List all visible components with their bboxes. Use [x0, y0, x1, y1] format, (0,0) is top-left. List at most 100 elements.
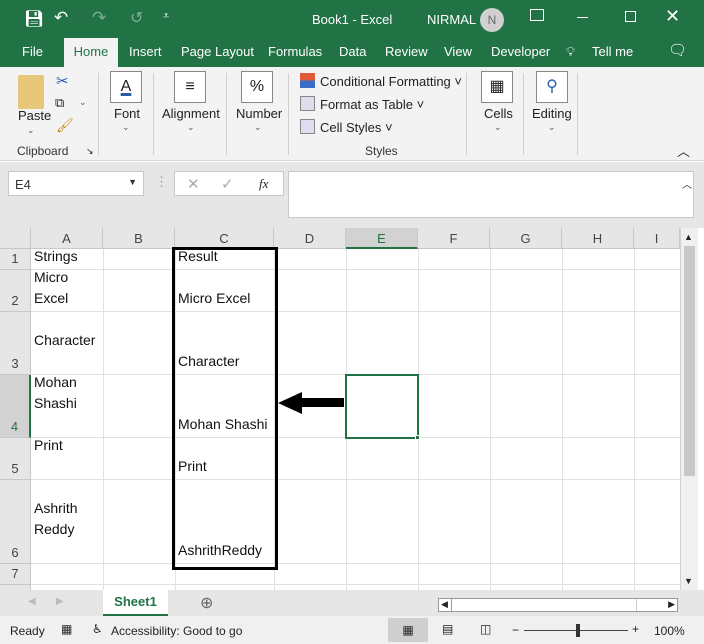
- chevron-down-icon[interactable]: ⌄: [27, 125, 35, 136]
- status-bar: Ready ▦ ♿︎ Accessibility: Good to go ▦ ▤…: [0, 616, 704, 644]
- enter-icon[interactable]: ✓: [221, 175, 234, 193]
- font-icon[interactable]: A: [110, 71, 142, 103]
- accessibility-status[interactable]: Accessibility: Good to go: [111, 624, 242, 638]
- sheet-tab-sheet1[interactable]: Sheet1: [103, 590, 168, 616]
- number-button[interactable]: Number: [236, 106, 282, 121]
- row-header[interactable]: 2: [0, 270, 31, 312]
- alignment-button[interactable]: Alignment: [162, 106, 220, 121]
- zoom-level[interactable]: 100%: [654, 624, 685, 638]
- close-icon[interactable]: ✕: [665, 6, 680, 27]
- tab-file[interactable]: File: [22, 44, 43, 59]
- percent-icon[interactable]: %: [241, 71, 273, 103]
- column-header[interactable]: H: [562, 228, 634, 249]
- select-all-corner[interactable]: [0, 228, 31, 249]
- scroll-up-icon[interactable]: ▲: [684, 232, 693, 242]
- alignment-icon[interactable]: ≡: [174, 71, 206, 103]
- cells-button[interactable]: Cells: [484, 106, 513, 121]
- comments-icon[interactable]: 🗨︎: [668, 41, 687, 59]
- repeat-icon[interactable]: ↺: [130, 8, 143, 28]
- tab-data[interactable]: Data: [339, 44, 366, 59]
- tab-review[interactable]: Review: [385, 44, 428, 59]
- row-header[interactable]: 5: [0, 438, 31, 480]
- customize-toolbar-icon[interactable]: ⩡: [163, 10, 169, 23]
- column-header[interactable]: G: [490, 228, 562, 249]
- zoom-out-button[interactable]: −: [512, 623, 519, 637]
- horizontal-scrollbar[interactable]: ◀ ▶: [438, 598, 678, 612]
- row-header[interactable]: 1: [0, 249, 31, 270]
- paste-icon[interactable]: [18, 75, 44, 109]
- conditional-formatting-button[interactable]: Conditional Formatting ˅: [320, 74, 462, 89]
- column-header[interactable]: I: [634, 228, 680, 249]
- vertical-scrollbar[interactable]: ▲ ▼: [680, 228, 698, 590]
- column-header[interactable]: B: [103, 228, 175, 249]
- row-header[interactable]: 3: [0, 312, 31, 375]
- tab-developer[interactable]: Developer: [491, 44, 550, 59]
- worksheet-grid[interactable]: A B C D E F G H I 1 2 3 4 5 6 7 Strings …: [0, 228, 680, 590]
- font-button[interactable]: Font: [114, 106, 140, 121]
- redo-icon[interactable]: ↷: [92, 8, 106, 28]
- next-sheet-icon[interactable]: ▶: [56, 596, 64, 607]
- cell-styles-button[interactable]: Cell Styles ˅: [320, 120, 393, 135]
- page-break-view-icon[interactable]: ◫: [480, 622, 491, 636]
- minimize-icon[interactable]: [577, 17, 588, 18]
- chevron-down-icon[interactable]: ⌄: [79, 97, 87, 108]
- fill-handle[interactable]: [415, 435, 420, 440]
- arrow-icon: [278, 392, 344, 414]
- format-table-icon: [300, 96, 315, 111]
- tab-page-layout[interactable]: Page Layout: [181, 44, 254, 59]
- tab-view[interactable]: View: [444, 44, 472, 59]
- page-layout-view-icon[interactable]: ▤: [442, 622, 453, 636]
- cell-A4[interactable]: Mohan Shashi: [31, 374, 103, 438]
- expand-formula-bar-icon[interactable]: ︿: [682, 176, 692, 191]
- user-name[interactable]: NIRMAL: [427, 12, 476, 27]
- format-painter-icon[interactable]: 🖌︎: [56, 117, 74, 134]
- tell-me-search[interactable]: Tell me: [592, 44, 633, 59]
- ribbon-tabs: File Home Insert Page Layout Formulas Da…: [0, 38, 704, 67]
- tab-formulas[interactable]: Formulas: [268, 44, 322, 59]
- scroll-thumb[interactable]: [451, 599, 637, 611]
- tab-home[interactable]: Home: [64, 38, 118, 67]
- name-box[interactable]: E4 ▼: [8, 171, 144, 196]
- conditional-formatting-icon: [300, 73, 315, 88]
- paste-button[interactable]: Paste: [18, 108, 51, 123]
- more-icon: ⋮: [155, 174, 168, 189]
- dialog-launcher-icon[interactable]: ↘: [86, 146, 94, 157]
- cell-A6[interactable]: Ashrith Reddy: [31, 480, 103, 564]
- zoom-in-button[interactable]: +: [632, 622, 639, 636]
- accessibility-icon: ♿︎: [92, 622, 103, 636]
- row-header[interactable]: 4: [0, 375, 31, 438]
- column-header[interactable]: D: [274, 228, 346, 249]
- cell-A5[interactable]: Print: [31, 437, 103, 480]
- formula-input[interactable]: [288, 171, 694, 218]
- column-header[interactable]: E: [346, 228, 418, 249]
- add-sheet-icon[interactable]: ⊕: [200, 593, 213, 613]
- undo-icon[interactable]: ↶: [54, 8, 68, 28]
- collapse-ribbon-icon[interactable]: ︿: [677, 141, 690, 160]
- cut-icon[interactable]: ✂: [56, 72, 69, 90]
- cell-A3[interactable]: Character: [31, 312, 103, 375]
- maximize-icon[interactable]: [625, 11, 636, 22]
- macro-icon[interactable]: ▦: [61, 622, 72, 636]
- cell-A2[interactable]: Micro Excel: [31, 269, 103, 312]
- row-header[interactable]: 6: [0, 480, 31, 564]
- tab-insert[interactable]: Insert: [129, 44, 162, 59]
- avatar[interactable]: N: [480, 8, 504, 32]
- editing-button[interactable]: Editing: [532, 106, 572, 121]
- insert-function-icon[interactable]: fx: [259, 176, 268, 192]
- search-icon[interactable]: ⚲: [536, 71, 568, 103]
- cancel-icon[interactable]: ✕: [187, 175, 200, 193]
- cells-icon[interactable]: ▦: [481, 71, 513, 103]
- scroll-down-icon[interactable]: ▼: [684, 576, 693, 586]
- column-header[interactable]: F: [418, 228, 490, 249]
- ribbon-display-icon[interactable]: [530, 9, 544, 21]
- normal-view-icon[interactable]: ▦: [388, 618, 428, 642]
- zoom-slider-thumb[interactable]: [576, 624, 580, 637]
- scroll-thumb[interactable]: [684, 246, 695, 476]
- format-as-table-button[interactable]: Format as Table ˅: [320, 97, 424, 112]
- row-header[interactable]: 7: [0, 564, 31, 585]
- selected-cell-E4[interactable]: [345, 374, 419, 439]
- prev-sheet-icon[interactable]: ◀: [28, 596, 36, 607]
- save-icon[interactable]: 💾︎: [24, 9, 44, 29]
- copy-icon[interactable]: ⧉: [55, 95, 64, 111]
- styles-group-label: Styles: [365, 144, 398, 158]
